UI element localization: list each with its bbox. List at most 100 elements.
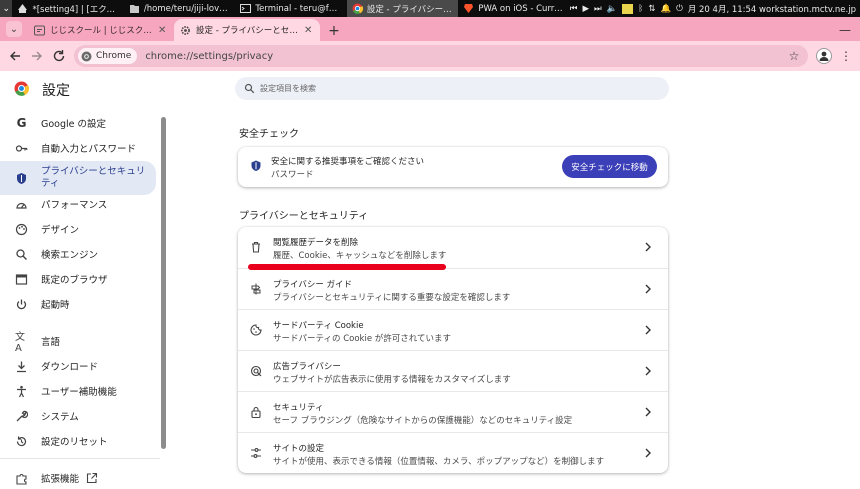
more-menu-icon[interactable]: ⋮ [840, 48, 852, 64]
sidebar-item-label: 既定のブラウザ [41, 275, 108, 286]
sidebar-item-reset[interactable]: 設定のリセット [0, 430, 156, 452]
row-subtitle: セーフ ブラウジング（危険なサイトからの保護機能）などのセキュリティ設定 [273, 416, 573, 426]
shield-icon [250, 160, 262, 172]
tab-search-icon[interactable]: ⌄ [6, 21, 22, 37]
notes-icon[interactable] [622, 3, 634, 14]
chrome-icon [81, 51, 92, 62]
row-title: 広告プライバシー [273, 362, 341, 372]
download-icon [15, 360, 28, 373]
lock-icon [250, 406, 262, 418]
media-play-icon[interactable]: ▶ [582, 4, 589, 14]
sidebar-item-search-engine[interactable]: 検索エンジン [0, 243, 156, 265]
minimize-window-icon[interactable]: — [830, 19, 860, 41]
row-subtitle: サードパーティの Cookie が許可されています [273, 334, 451, 344]
close-tab-icon[interactable]: ✕ [304, 25, 314, 36]
tab-settings[interactable]: 設定 - プライバシーとセキュリティ ✕ [174, 19, 320, 41]
row-site-settings[interactable]: サイトの設定 サイトが使用、表示できる情報（位置情報、カメラ、ポップアップなど）… [238, 432, 668, 473]
puzzle-icon [15, 472, 28, 485]
address-bar[interactable]: Chrome chrome://settings/privacy ☆ [74, 45, 808, 67]
network-icon[interactable]: ⇅ [648, 4, 655, 14]
url-text[interactable]: chrome://settings/privacy [145, 51, 273, 62]
settings-search-input[interactable]: 設定項目を検索 [235, 77, 669, 100]
sidebar-item-label: デザイン [41, 225, 80, 236]
sidebar-item-label: 起動時 [41, 300, 70, 311]
row-title: サードパーティ Cookie [273, 321, 364, 331]
inkscape-icon [17, 3, 28, 14]
sidebar-item-languages[interactable]: 文A 言語 [0, 330, 156, 354]
close-tab-icon[interactable]: ✕ [158, 25, 168, 36]
taskbar-item-label: PWA on iOS - Current Stat... [478, 3, 565, 14]
sidebar-item-downloads[interactable]: ダウンロード [0, 355, 156, 377]
sidebar-item-label: 自動入力とパスワード [41, 144, 137, 155]
browser-window-icon [15, 273, 28, 286]
sidebar-item-on-startup[interactable]: 起動時 [0, 293, 156, 315]
row-ad-privacy[interactable]: 広告プライバシー ウェブサイトが広告表示に使用する情報をカスタマイズします [238, 350, 668, 391]
settings-title: 設定 [42, 83, 70, 99]
forward-icon[interactable] [30, 49, 44, 63]
row-title: プライバシー ガイド [273, 280, 353, 290]
menu-chevron-icon[interactable]: ⌄ [0, 0, 13, 17]
row-subtitle: 履歴、Cookie、キャッシュなどを削除します [273, 251, 447, 261]
taskbar-item-brave[interactable]: PWA on iOS - Current Stat... [458, 0, 569, 17]
privacy-section-heading: プライバシーとセキュリティ [239, 211, 369, 222]
sidebar-item-label: ダウンロード [41, 362, 99, 373]
brave-icon [463, 3, 474, 14]
taskbar-item-folder[interactable]: /home/teru/jiji-love/PWA-s... [124, 0, 235, 17]
taskbar-item-label: /home/teru/jiji-love/PWA-s... [143, 3, 230, 14]
sidebar-item-appearance[interactable]: デザイン [0, 218, 156, 240]
safety-check-heading: 安全チェック [239, 129, 299, 140]
red-marker-annotation [248, 264, 446, 270]
chevron-right-icon [643, 447, 653, 459]
sidebar-item-default-browser[interactable]: 既定のブラウザ [0, 268, 156, 290]
media-skip-forward-icon[interactable]: ⏭ [594, 4, 602, 14]
media-skip-back-icon[interactable]: ⏮ [570, 4, 578, 14]
chrome-logo-icon [14, 81, 29, 96]
sidebar-item-accessibility[interactable]: ユーザー補助機能 [0, 380, 156, 402]
taskbar-item-setting4[interactable]: *[setting4] | [エクスポート済... [12, 0, 123, 17]
taskbar-item-label: 設定 - プライバシーとセキュ... [366, 4, 453, 15]
bookmark-star-icon[interactable]: ☆ [788, 49, 800, 63]
row-security[interactable]: セキュリティ セーフ ブラウジング（危険なサイトからの保護機能）などのセキュリテ… [238, 391, 668, 432]
power-icon[interactable]: ⏻ [676, 4, 683, 14]
gear-icon [180, 25, 191, 36]
bluetooth-icon[interactable]: ᛒ [638, 4, 643, 14]
row-title: サイトの設定 [273, 444, 325, 454]
sidebar-item-google[interactable]: G Google の設定 [0, 112, 156, 134]
wrench-icon [15, 410, 28, 423]
key-icon [15, 142, 28, 155]
row-title: 閲覧履歴データを削除 [273, 238, 359, 248]
sidebar-scrollbar[interactable] [161, 117, 166, 449]
chevron-right-icon [643, 365, 653, 377]
search-placeholder: 設定項目を検索 [260, 84, 316, 93]
palette-icon [15, 223, 28, 236]
taskbar-item-chrome-settings[interactable]: 設定 - プライバシーとセキュ... [346, 0, 459, 17]
sidebar-item-autofill[interactable]: 自動入力とパスワード [0, 137, 156, 159]
sidebar-item-label: ユーザー補助機能 [41, 387, 117, 398]
clock[interactable]: 月 20 4月, 11:54 workstation.mctv.ne.jp [688, 3, 856, 15]
sidebar-item-label: プライバシーとセキュリティ [41, 166, 146, 189]
tab-jiji-school[interactable]: じじスクール | じじスクール ✕ [28, 19, 174, 41]
row-subtitle: ウェブサイトが広告表示に使用する情報をカスタマイズします [273, 375, 511, 385]
volume-icon[interactable]: 🔈 [607, 4, 618, 14]
sidebar-item-extensions[interactable]: 拡張機能 [0, 467, 156, 489]
system-taskbar: ⌄ *[setting4] | [エクスポート済... /home/teru/j… [0, 0, 860, 17]
reload-icon[interactable] [52, 49, 66, 63]
site-info-chip[interactable]: Chrome [78, 48, 138, 64]
taskbar-item-terminal[interactable]: Terminal - teru@f035160: ... [235, 0, 346, 17]
speedometer-icon [15, 198, 28, 211]
row-third-party-cookies[interactable]: サードパーティ Cookie サードパーティの Cookie が許可されています [238, 309, 668, 350]
sidebar-item-privacy[interactable]: プライバシーとセキュリティ [0, 161, 156, 195]
notification-bell-icon[interactable]: 🔔 [660, 4, 671, 14]
safety-check-card: 安全に関する推奨事項をご確認ください パスワード 安全チェックに移動 [238, 147, 668, 187]
privacy-guide-icon [250, 283, 262, 295]
sidebar-item-performance[interactable]: パフォーマンス [0, 193, 156, 215]
back-icon[interactable] [8, 49, 22, 63]
safety-check-title: 安全に関する推奨事項をご確認ください [271, 157, 425, 167]
row-privacy-guide[interactable]: プライバシー ガイド プライバシーとセキュリティに関する重要な設定を確認します [238, 268, 668, 309]
taskbar-item-label: *[setting4] | [エクスポート済... [32, 4, 118, 15]
cookie-icon [250, 324, 262, 336]
new-tab-icon[interactable]: + [324, 21, 344, 41]
safety-check-button[interactable]: 安全チェックに移動 [562, 155, 657, 178]
sidebar-item-system[interactable]: システム [0, 405, 156, 427]
profile-avatar[interactable] [816, 48, 832, 64]
